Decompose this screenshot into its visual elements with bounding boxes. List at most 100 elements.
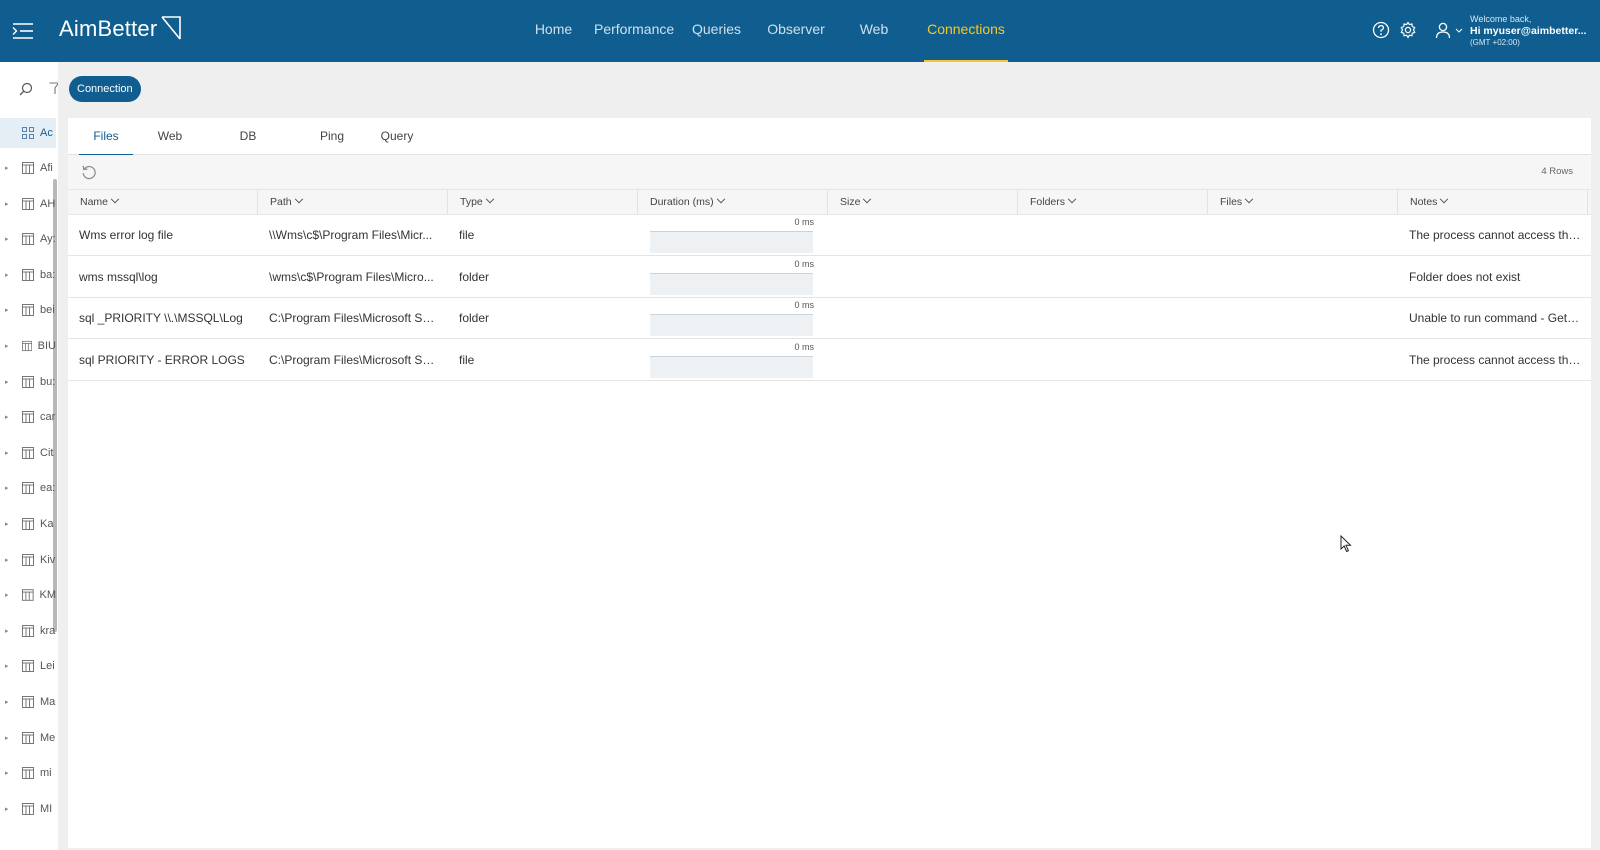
expand-caret-icon[interactable]: ▸ bbox=[5, 164, 9, 172]
sidebar-item[interactable]: Ac bbox=[0, 118, 56, 148]
expand-caret-icon[interactable]: ▸ bbox=[5, 449, 9, 457]
column-header-label: Files bbox=[1220, 196, 1243, 208]
database-table-icon bbox=[22, 731, 34, 744]
table-header: Name Path Type Duration (ms) Size Folder… bbox=[68, 189, 1591, 215]
table-row[interactable]: Wms error log file \\Wms\c$\Program Files… bbox=[68, 215, 1591, 256]
column-header-label: Notes bbox=[1410, 196, 1438, 208]
tab-query[interactable]: Query bbox=[377, 118, 417, 155]
sidebar-item[interactable]: ▸ bei bbox=[0, 295, 56, 325]
sidebar-item[interactable]: ▸ bu: bbox=[0, 367, 56, 397]
column-header-type[interactable]: Type bbox=[448, 190, 638, 214]
cell-type: file bbox=[459, 352, 475, 367]
sidebar-item[interactable]: ▸ BIU bbox=[0, 331, 56, 361]
user-info[interactable]: Welcome back, Hi myuser@aimbetter... (GM… bbox=[1470, 13, 1586, 49]
sidebar-item[interactable]: ▸ Ma bbox=[0, 687, 56, 717]
table-row[interactable]: wms mssql\log \wms\c$\Program Files\Micro… bbox=[68, 257, 1591, 298]
sidebar-item[interactable]: ▸ Me bbox=[0, 723, 56, 753]
column-header-path[interactable]: Path bbox=[258, 190, 448, 214]
sidebar-item[interactable]: ▸ ba: bbox=[0, 260, 56, 290]
expand-caret-icon[interactable]: ▸ bbox=[5, 662, 9, 670]
chevron-down-icon[interactable] bbox=[1455, 28, 1463, 34]
expand-caret-icon[interactable]: ▸ bbox=[5, 271, 9, 279]
tab-web[interactable]: Web bbox=[155, 118, 185, 155]
rows-count: 4 Rows bbox=[1541, 166, 1573, 177]
cell-folders bbox=[1029, 298, 1199, 338]
sidebar-item[interactable]: ▸ Ay: bbox=[0, 224, 56, 254]
expand-caret-icon[interactable]: ▸ bbox=[5, 734, 9, 742]
nav-home[interactable]: Home bbox=[530, 0, 577, 62]
sidebar-item[interactable]: ▸ MI bbox=[0, 794, 56, 824]
expand-caret-icon[interactable]: ▸ bbox=[5, 306, 9, 314]
expand-caret-icon[interactable]: ▸ bbox=[5, 805, 9, 813]
refresh-icon[interactable] bbox=[81, 164, 97, 180]
sidebar-item[interactable]: ▸ Cit bbox=[0, 438, 56, 468]
cell-files bbox=[1219, 215, 1389, 255]
tab-bar: Files Web DB Connection Ping Query bbox=[68, 118, 1591, 179]
expand-caret-icon[interactable]: ▸ bbox=[5, 235, 9, 243]
cell-size bbox=[839, 257, 1009, 297]
menu-toggle-icon[interactable] bbox=[12, 21, 34, 41]
sidebar-item[interactable]: ▸ Lei bbox=[0, 651, 56, 681]
column-header-name[interactable]: Name bbox=[68, 190, 258, 214]
sidebar-item[interactable]: ▸ Ka bbox=[0, 509, 56, 539]
nav-performance[interactable]: Performance bbox=[594, 0, 674, 62]
sidebar-item[interactable]: ▸ mi bbox=[0, 758, 56, 788]
filter-icon[interactable] bbox=[49, 82, 58, 96]
logo-mark-icon bbox=[161, 16, 181, 40]
expand-caret-icon[interactable]: ▸ bbox=[5, 342, 9, 350]
column-header-files[interactable]: Files bbox=[1208, 190, 1398, 214]
cell-name: sql _PRIORITY \\.\MSSQL\Log bbox=[79, 311, 243, 325]
database-table-icon bbox=[22, 411, 34, 424]
sidebar-item[interactable]: ▸ ea: bbox=[0, 473, 56, 503]
nav-web[interactable]: Web bbox=[858, 0, 890, 62]
sidebar-item[interactable]: ▸ Afi bbox=[0, 153, 56, 183]
mouse-cursor-icon bbox=[1340, 535, 1352, 553]
sidebar-tools bbox=[0, 62, 58, 117]
nav-observer[interactable]: Observer bbox=[766, 0, 826, 62]
expand-caret-icon[interactable]: ▸ bbox=[5, 627, 9, 635]
cell-name: sql PRIORITY - ERROR LOGS bbox=[79, 352, 245, 367]
table-row[interactable]: sql PRIORITY - ERROR LOGS C:\Program File… bbox=[68, 340, 1591, 381]
expand-caret-icon[interactable]: ▸ bbox=[5, 413, 9, 421]
table-row[interactable]: sql _PRIORITY \\.\MSSQL\Log C:\Program Fi… bbox=[68, 298, 1591, 339]
sidebar-item[interactable]: ▸ kra bbox=[0, 616, 56, 646]
tab-ping[interactable]: Ping bbox=[315, 118, 349, 155]
settings-icon[interactable] bbox=[1398, 20, 1418, 40]
connections-panel: Files Web DB Connection Ping Query 4 Row… bbox=[68, 118, 1591, 848]
expand-caret-icon[interactable]: ▸ bbox=[5, 520, 9, 528]
expand-caret-icon[interactable]: ▸ bbox=[5, 378, 9, 386]
sidebar-item[interactable]: ▸ KM bbox=[0, 580, 56, 610]
expand-caret-icon[interactable]: ▸ bbox=[5, 484, 9, 492]
tab-files[interactable]: Files bbox=[79, 118, 133, 156]
tab-db-connection[interactable]: DB Connection bbox=[208, 118, 288, 179]
sidebar-item[interactable]: ▸ AH bbox=[0, 189, 56, 219]
cell-size bbox=[839, 215, 1009, 255]
expand-caret-icon[interactable]: ▸ bbox=[5, 556, 9, 564]
user-icon[interactable] bbox=[1433, 20, 1453, 40]
cell-notes: Folder does not exist bbox=[1409, 269, 1521, 284]
expand-caret-icon[interactable]: ▸ bbox=[5, 200, 9, 208]
column-header-folders[interactable]: Folders bbox=[1018, 190, 1208, 214]
column-header-notes[interactable]: Notes bbox=[1398, 190, 1588, 214]
sidebar-item-label: ba: bbox=[40, 268, 56, 281]
help-icon[interactable] bbox=[1371, 20, 1391, 40]
app-logo[interactable]: AimBetter bbox=[59, 16, 157, 42]
sidebar-item[interactable]: ▸ car bbox=[0, 402, 56, 432]
expand-caret-icon[interactable]: ▸ bbox=[5, 591, 9, 599]
search-icon[interactable] bbox=[19, 82, 33, 96]
top-header: AimBetter Home Performance Queries Obser… bbox=[0, 0, 1600, 62]
database-table-icon bbox=[21, 340, 32, 352]
column-header-size[interactable]: Size bbox=[828, 190, 1018, 214]
cell-files bbox=[1219, 257, 1389, 297]
connection-filter-chip[interactable]: Connection bbox=[69, 76, 141, 102]
sidebar-item[interactable]: ▸ Kiv bbox=[0, 545, 56, 575]
nav-connections[interactable]: Connections bbox=[924, 0, 1008, 62]
expand-caret-icon[interactable]: ▸ bbox=[5, 698, 9, 706]
database-table-icon bbox=[22, 304, 34, 317]
database-table-icon bbox=[22, 482, 34, 495]
column-header-duration[interactable]: Duration (ms) bbox=[638, 190, 828, 214]
sidebar-item-label: bu: bbox=[40, 375, 56, 388]
expand-caret-icon[interactable]: ▸ bbox=[5, 769, 9, 777]
nav-queries[interactable]: Queries bbox=[692, 0, 741, 62]
sidebar-item-label: Lei bbox=[40, 660, 55, 673]
